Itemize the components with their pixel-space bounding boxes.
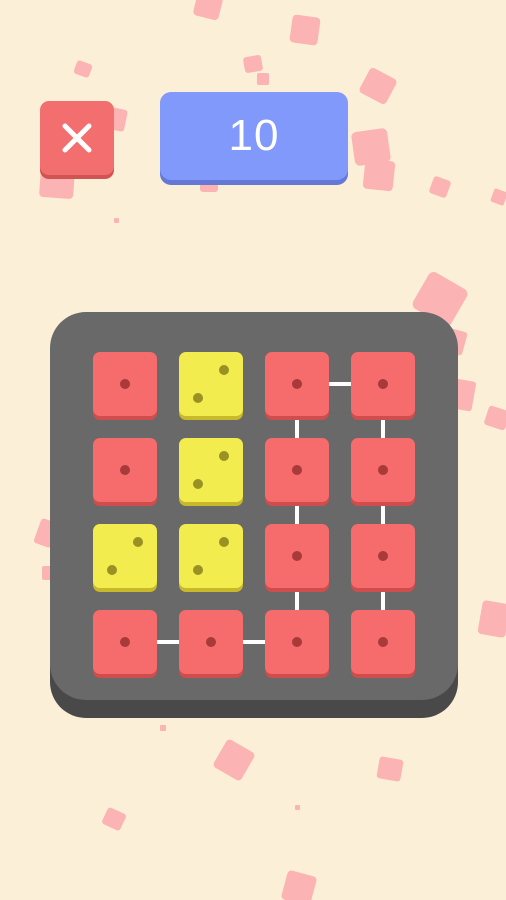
confetti-piece — [160, 725, 166, 731]
die-two-icon — [193, 479, 203, 489]
confetti-piece — [257, 73, 269, 85]
die-one-icon — [292, 465, 302, 475]
die-one-icon — [120, 637, 130, 647]
die-one-icon — [378, 465, 388, 475]
confetti-piece — [477, 600, 506, 638]
confetti-piece — [73, 60, 93, 78]
tile-r2-c3[interactable] — [265, 438, 329, 502]
confetti-piece — [281, 870, 317, 900]
confetti-piece — [114, 218, 119, 223]
die-two-icon — [219, 365, 229, 375]
tile-r4-c4[interactable] — [351, 610, 415, 674]
die-one-icon — [378, 379, 388, 389]
confetti-piece — [213, 739, 255, 781]
die-one-icon — [292, 379, 302, 389]
confetti-piece — [193, 0, 223, 20]
die-one-icon — [120, 379, 130, 389]
die-two-icon — [193, 565, 203, 575]
die-two-icon — [219, 537, 229, 547]
die-one-icon — [378, 551, 388, 561]
move-counter-value: 10 — [228, 111, 280, 160]
confetti-piece — [376, 756, 404, 782]
tile-r1-c4[interactable] — [351, 352, 415, 416]
tile-r4-c2[interactable] — [179, 610, 243, 674]
confetti-piece — [429, 176, 451, 198]
confetti-piece — [484, 405, 506, 431]
die-one-icon — [120, 465, 130, 475]
die-two-icon — [219, 451, 229, 461]
tile-r1-c3[interactable] — [265, 352, 329, 416]
confetti-piece — [243, 55, 263, 73]
die-one-icon — [292, 551, 302, 561]
tile-r1-c2[interactable] — [179, 352, 243, 416]
tile-r3-c2[interactable] — [179, 524, 243, 588]
confetti-piece — [351, 128, 391, 166]
tile-r3-c3[interactable] — [265, 524, 329, 588]
die-two-icon — [133, 537, 143, 547]
tile-r3-c4[interactable] — [351, 524, 415, 588]
close-icon — [62, 123, 92, 153]
die-two-icon — [107, 565, 117, 575]
tile-r2-c1[interactable] — [93, 438, 157, 502]
tile-r1-c1[interactable] — [93, 352, 157, 416]
tile-r4-c3[interactable] — [265, 610, 329, 674]
tile-r2-c4[interactable] — [351, 438, 415, 502]
tile-r2-c2[interactable] — [179, 438, 243, 502]
tile-r4-c1[interactable] — [93, 610, 157, 674]
confetti-piece — [362, 158, 396, 192]
die-one-icon — [292, 637, 302, 647]
confetti-piece — [490, 188, 506, 206]
confetti-piece — [359, 68, 397, 104]
confetti-piece — [102, 807, 126, 831]
confetti-piece — [289, 14, 321, 46]
close-button[interactable] — [40, 101, 114, 175]
tile-r3-c1[interactable] — [93, 524, 157, 588]
confetti-piece — [295, 805, 300, 810]
die-two-icon — [193, 393, 203, 403]
confetti-piece — [200, 178, 218, 192]
move-counter: 10 — [160, 92, 348, 180]
die-one-icon — [206, 637, 216, 647]
die-one-icon — [378, 637, 388, 647]
